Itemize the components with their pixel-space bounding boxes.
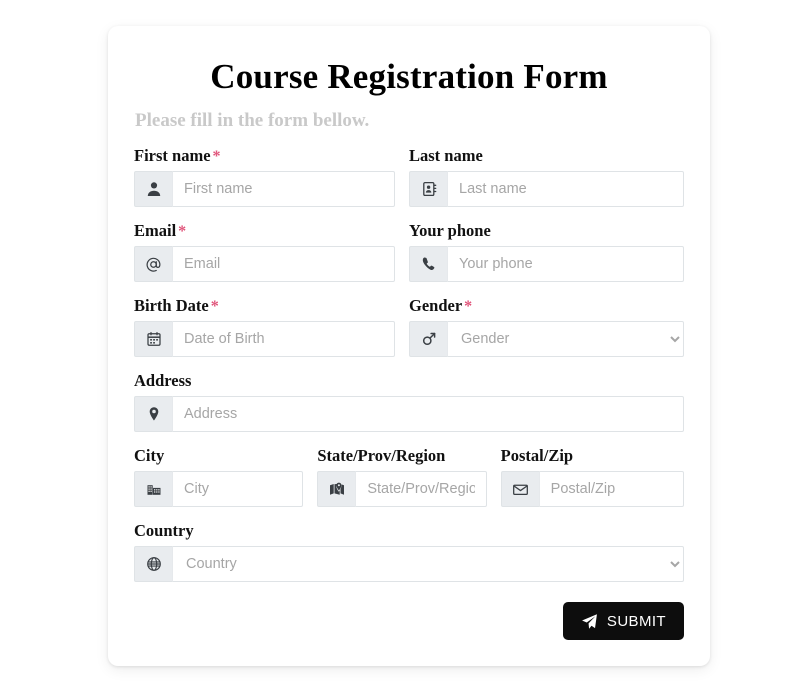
field-group-address: Address (134, 371, 684, 432)
card-body: Course Registration Form Please fill in … (108, 26, 710, 640)
label-last-name: Last name (409, 146, 483, 165)
label-gender-text: Gender (409, 296, 463, 315)
required-asterisk: * (210, 298, 219, 315)
label-state: State/Prov/Region (317, 446, 446, 465)
input-group-postal (500, 471, 684, 507)
city-input[interactable] (172, 471, 304, 507)
postal-input[interactable] (538, 471, 684, 507)
input-group-phone (409, 246, 684, 282)
user-icon (134, 171, 172, 207)
birth-date-input[interactable] (172, 321, 395, 357)
phone-icon (409, 246, 447, 282)
row-address: Address (134, 371, 684, 432)
label-phone: Your phone (409, 221, 491, 240)
gender-select[interactable]: Gender (447, 321, 684, 357)
input-group-gender: Gender (409, 321, 684, 357)
row-location: City City State/Prov/Region State/Prov/R… (134, 446, 684, 507)
field-group-first-name: First name * (134, 146, 409, 207)
field-group-email: Email * (134, 221, 409, 282)
field-group-postal: Postal/Zip (500, 446, 684, 507)
last-name-input[interactable] (447, 171, 684, 207)
label-country: Country (134, 521, 194, 540)
state-input[interactable] (355, 471, 487, 507)
field-group-birth-date: Birth Date * (134, 296, 409, 357)
label-city: City (134, 446, 165, 465)
address-book-icon (409, 171, 447, 207)
globe-icon (134, 546, 172, 582)
label-birth-date-text: Birth Date (134, 296, 209, 315)
label-first-name-text: First name (134, 146, 211, 165)
row-country: Country Country (134, 521, 684, 582)
map-marked-icon (317, 471, 356, 507)
field-group-city: City (134, 446, 317, 507)
input-group-birth-date (134, 321, 395, 357)
input-group-state (317, 471, 487, 507)
map-pin-icon (134, 396, 172, 432)
required-asterisk: * (178, 223, 187, 240)
label-gender: Gender * (409, 296, 684, 316)
field-group-phone: Your phone (409, 221, 684, 282)
country-select[interactable]: Country (172, 546, 684, 582)
label-email: Email * (134, 221, 395, 241)
field-group-country: Country Country (134, 521, 684, 582)
field-group-state: State/Prov/Region (317, 446, 500, 507)
label-postal: Postal/Zip (500, 446, 574, 465)
city-buildings-icon (134, 471, 172, 507)
required-asterisk: * (212, 148, 221, 165)
mars-gender-icon (409, 321, 447, 357)
submit-row: SUBMIT (134, 602, 684, 640)
submit-button[interactable]: SUBMIT (562, 602, 684, 640)
phone-input[interactable] (447, 246, 684, 282)
required-asterisk: * (464, 298, 473, 315)
input-group-last-name (409, 171, 684, 207)
address-input[interactable] (172, 396, 684, 432)
label-birth-date: Birth Date * (134, 296, 395, 316)
input-group-first-name (134, 171, 395, 207)
label-first-name: First name * (134, 146, 395, 166)
field-group-gender: Gender * Gender (409, 296, 684, 357)
registration-card: Course Registration Form Please fill in … (108, 26, 710, 666)
row-birth-gender: Birth Date * Date of Birth Gender * Gend… (134, 296, 684, 357)
input-group-email (134, 246, 395, 282)
first-name-input[interactable] (172, 171, 395, 207)
form-subtitle: Please fill in the form bellow. (135, 110, 370, 131)
input-group-city (134, 471, 304, 507)
envelope-icon (500, 471, 539, 507)
row-contact: Email* Your phone (134, 221, 684, 282)
label-email-text: Email (134, 221, 177, 240)
email-input[interactable] (172, 246, 395, 282)
calendar-icon (134, 321, 172, 357)
input-group-country: Country (134, 546, 684, 582)
field-group-last-name: Last name (409, 146, 684, 207)
paper-plane-icon (581, 613, 598, 630)
page-title: Course Registration Form (210, 57, 608, 96)
submit-button-label: SUBMIT (606, 612, 666, 630)
input-group-address (134, 396, 684, 432)
page-root: Course Registration Form Please fill in … (0, 0, 800, 693)
label-address: Address (134, 371, 192, 390)
at-icon (134, 246, 172, 282)
row-name: First name* Last name (134, 146, 684, 207)
